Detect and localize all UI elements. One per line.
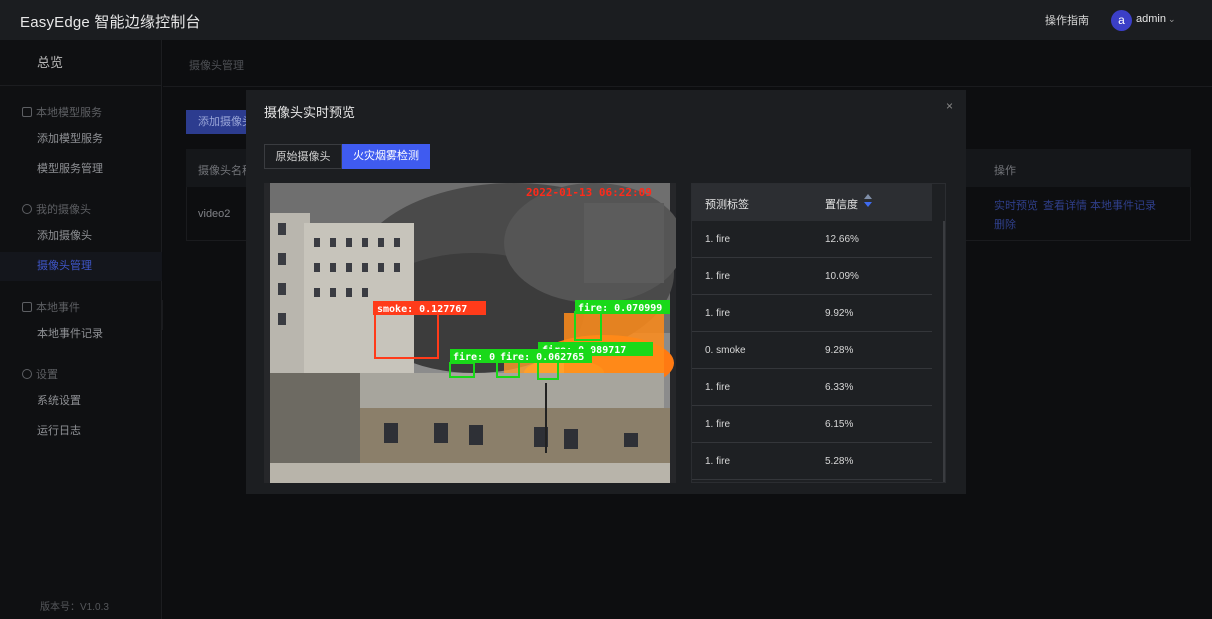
breadcrumb: 摄像头管理 [189, 60, 244, 72]
sidebar-item-system-settings[interactable]: 系统设置 [0, 387, 162, 416]
tab-original-camera[interactable]: 原始摄像头 [264, 144, 342, 169]
sidebar-group-my-camera: 我的摄像头 [22, 201, 91, 217]
table-row: 1. fire 10.09% [692, 258, 932, 295]
gear-icon [22, 369, 32, 379]
view-details-link[interactable]: 查看详情 [1043, 197, 1087, 213]
table-row: 0. smoke 9.28% [692, 332, 932, 369]
prediction-table: 预测标签 置信度 1. fire 12.66% 1. fire 10.09% 1. … [691, 183, 946, 483]
sidebar-group-local-event: 本地事件 [22, 299, 80, 315]
modal-title: 摄像头实时预览 [264, 105, 356, 120]
sidebar-item-run-log[interactable]: 运行日志 [0, 417, 162, 446]
column-header-actions: 操作 [994, 165, 1016, 177]
sidebar-item-model-service-manage[interactable]: 模型服务管理 [0, 155, 162, 184]
camera-icon [22, 204, 32, 214]
table-row: 1. fire 9.92% [692, 295, 932, 332]
divider [163, 86, 1212, 87]
sidebar-item-local-event-record[interactable]: 本地事件记录 [0, 320, 162, 349]
guide-link[interactable]: 操作指南 [1045, 12, 1089, 28]
user-name[interactable]: admin [1136, 13, 1166, 25]
preview-modal: 摄像头实时预览 × 原始摄像头 火灾烟雾检测 smoke: 0.127767 f… [246, 90, 966, 494]
image-icon [22, 302, 32, 312]
sidebar-item-add-camera[interactable]: 添加摄像头 [0, 222, 162, 251]
table-row: 1. fire 6.33% [692, 369, 932, 406]
video-preview: smoke: 0.127767 fire: 0.070999 fire: 0.0… [264, 183, 676, 483]
avatar[interactable]: a [1111, 10, 1132, 31]
detection-label-smoke: smoke: 0.127767 [377, 304, 467, 315]
local-event-record-link[interactable]: 本地事件记录 [1090, 197, 1156, 213]
sidebar-item-add-model-service[interactable]: 添加模型服务 [0, 125, 162, 154]
cube-icon [22, 107, 32, 117]
sort-icon[interactable] [864, 194, 872, 210]
video-frame: smoke: 0.127767 fire: 0.070999 fire: 0.0… [264, 183, 676, 483]
table-row: 1. fire 6.15% [692, 406, 932, 443]
sidebar-group-model-service: 本地模型服务 [22, 104, 102, 120]
top-bar: EasyEdge 智能边缘控制台 操作指南 a admin ⌄ [0, 0, 1212, 40]
detection-label-fire: fire: 0.070999 [578, 302, 662, 314]
tab-fire-smoke-detection[interactable]: 火灾烟雾检测 [342, 144, 430, 169]
column-header-camera-name: 摄像头名称 [198, 165, 253, 177]
table-row: 1. fire 5.28% [692, 443, 932, 480]
live-preview-link[interactable]: 实时预览 [994, 197, 1038, 213]
camera-name-cell: video2 [198, 208, 231, 220]
delete-link[interactable]: 删除 [994, 216, 1016, 232]
table-row: 1. fire 12.66% [692, 221, 932, 258]
column-header-label: 预测标签 [705, 199, 749, 211]
close-icon[interactable]: × [946, 99, 953, 113]
detection-label-fire: fire: 0.062765 [500, 351, 584, 363]
sidebar-item-overview[interactable]: 总览 [0, 40, 162, 86]
app-title: EasyEdge 智能边缘控制台 [20, 14, 201, 31]
sidebar-group-settings: 设置 [22, 366, 58, 382]
column-header-confidence[interactable]: 置信度 [825, 196, 858, 212]
version-label: 版本号：V1.0.3 [40, 602, 109, 613]
detection-label-fire: fire: 0 [453, 351, 495, 363]
sidebar: 总览 本地模型服务 添加模型服务 模型服务管理 我的摄像头 添加摄像头 摄像头管… [0, 40, 162, 619]
video-timestamp: 2022-01-13 06:22:09 [526, 186, 652, 199]
chevron-down-icon[interactable]: ⌄ [1168, 14, 1176, 25]
scrollbar[interactable] [943, 221, 945, 482]
sidebar-item-camera-manage[interactable]: 摄像头管理 [0, 252, 162, 281]
